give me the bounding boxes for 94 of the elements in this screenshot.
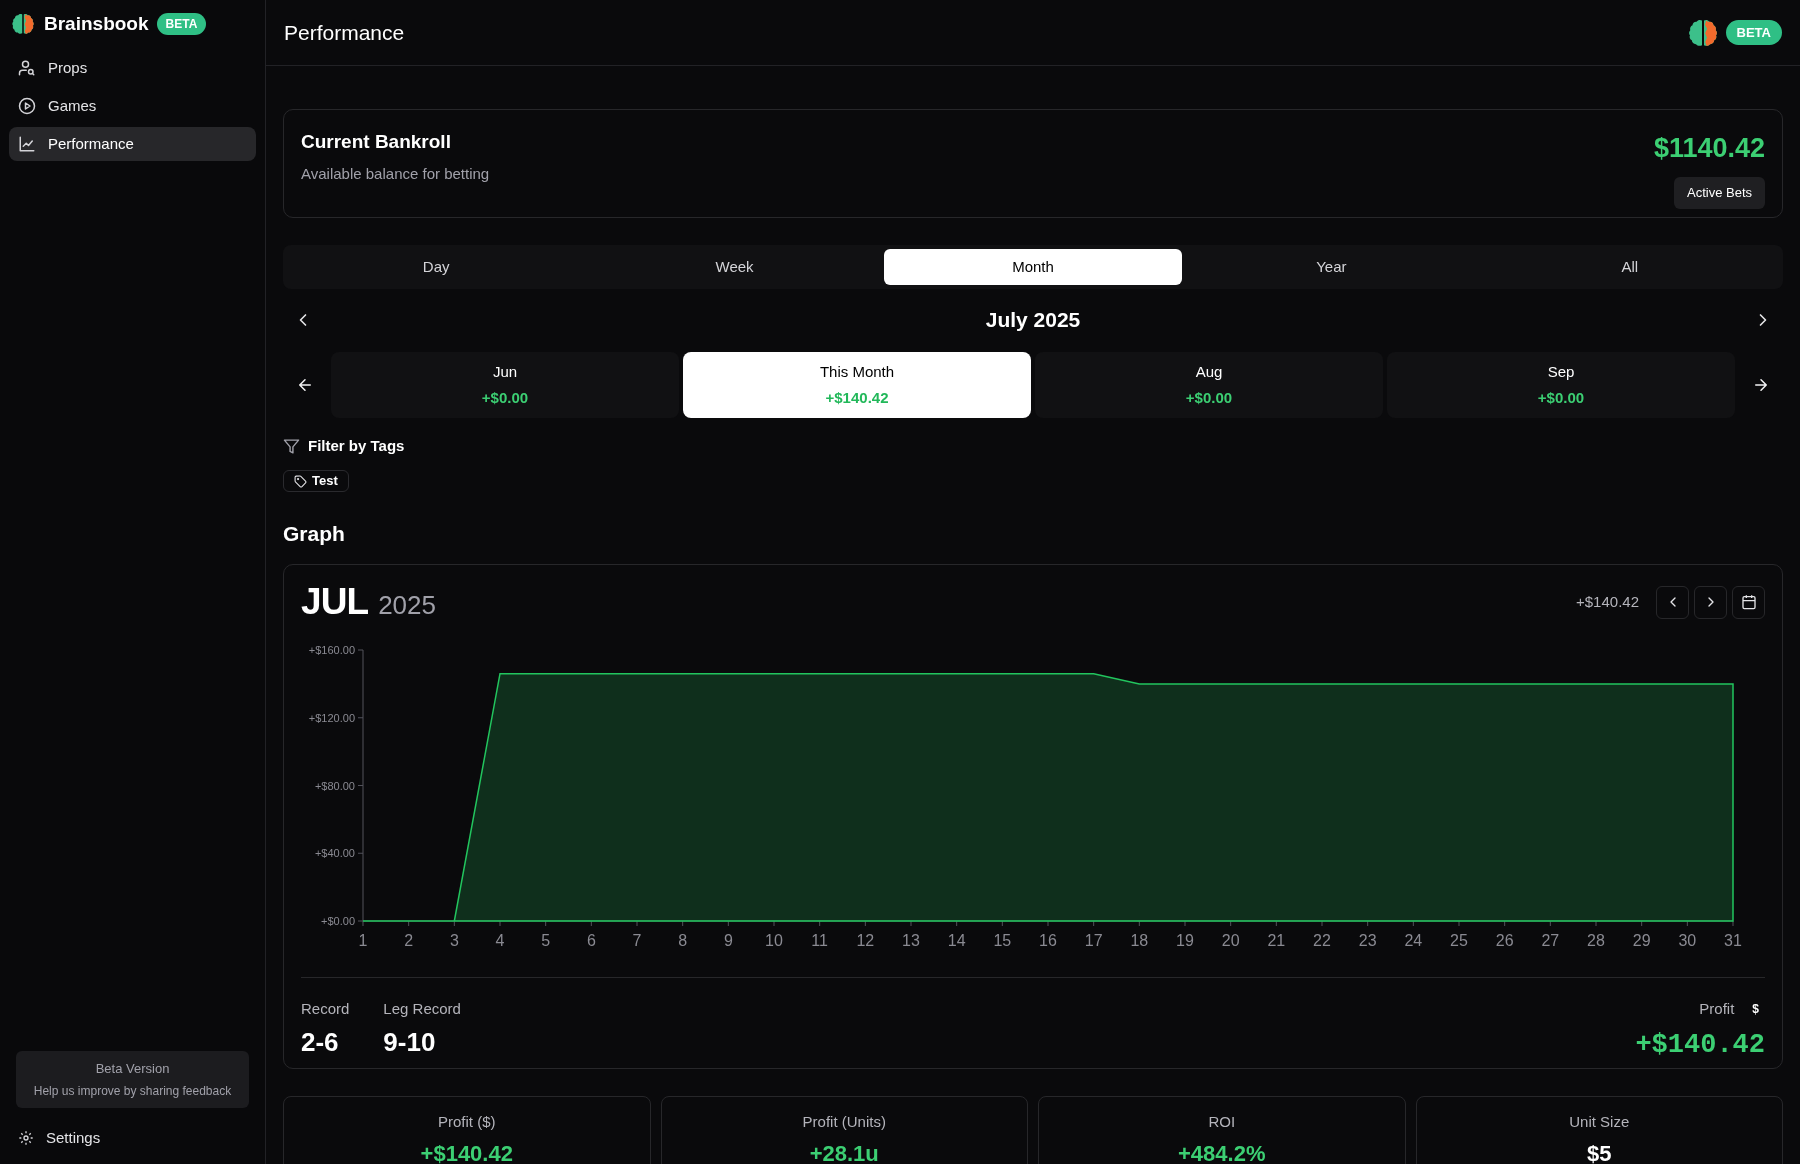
graph-total: +$140.42 [1576, 591, 1639, 612]
next-month-button[interactable] [1694, 585, 1727, 619]
period-tab[interactable]: Day [287, 249, 586, 285]
graph-month: JUL [301, 580, 369, 625]
nav-item[interactable]: Games [9, 89, 256, 123]
y-axis-label: +$0.00 [321, 915, 355, 927]
x-axis-label: 4 [495, 932, 505, 949]
tag-chip[interactable]: Test [283, 470, 349, 492]
summary-value: $5 [1587, 1139, 1612, 1164]
y-axis-label: +$40.00 [314, 847, 355, 860]
month-card[interactable]: Aug +$0.00 [1035, 352, 1383, 418]
nav-item[interactable]: Performance [9, 127, 256, 161]
section-heading: Graph [283, 521, 346, 546]
line-chart-icon [18, 135, 36, 153]
x-axis-label: 16 [1039, 932, 1057, 949]
stat-label: Leg Record [383, 999, 461, 1019]
x-axis-label: 25 [1450, 932, 1468, 949]
x-axis-label: 21 [1267, 932, 1286, 949]
summary-label: ROI [1208, 1112, 1236, 1132]
x-axis-label: 17 [1084, 932, 1103, 949]
x-axis-label: 14 [947, 932, 966, 949]
x-axis-label: 8 [678, 932, 688, 949]
bankroll-subtitle: Available balance for betting [301, 163, 490, 184]
x-axis-label: 11 [811, 932, 828, 949]
brain-logo-icon [10, 11, 36, 37]
beta-badge: BETA [1725, 19, 1782, 46]
calendar-icon [1740, 594, 1757, 610]
graph-year: 2025 [378, 589, 436, 623]
y-axis-label: +$80.00 [314, 779, 355, 792]
calendar-button[interactable] [1732, 585, 1765, 619]
x-axis-label: 13 [902, 932, 920, 949]
x-axis-label: 23 [1358, 932, 1377, 949]
bankroll-amount: $1140.42 [1653, 132, 1765, 165]
brand-name: Brainsbook [44, 11, 149, 36]
x-axis-label: 31 [1724, 932, 1742, 949]
active-bets-button[interactable]: Active Bets [1673, 176, 1765, 209]
period-tab[interactable]: Week [585, 249, 884, 285]
beta-message: Help us improve by sharing feedback [33, 1083, 232, 1100]
summary-value: +28.1u [809, 1139, 879, 1164]
period-tab[interactable]: All [1480, 249, 1779, 285]
x-axis-label: 26 [1495, 932, 1514, 949]
previous-month-button[interactable] [1656, 585, 1689, 619]
x-axis-label: 2 [404, 932, 414, 949]
x-axis-label: 9 [723, 932, 733, 949]
x-axis-label: 12 [856, 932, 875, 949]
x-axis-label: 19 [1176, 932, 1194, 949]
summary-label: Profit (Units) [802, 1112, 886, 1132]
y-axis-label: +$160.00 [308, 644, 355, 656]
y-axis-label: +$120.00 [308, 711, 355, 724]
arrow-right-icon [1752, 376, 1770, 394]
period-tab[interactable]: Month [883, 249, 1183, 285]
nav-item[interactable]: Props [9, 51, 256, 85]
period-title: July 2025 [985, 307, 1081, 334]
stat-value: 9-10 [383, 1025, 437, 1059]
summary-label: Unit Size [1569, 1112, 1630, 1132]
x-axis-label: 18 [1130, 932, 1149, 949]
profit-label: Profit [1699, 999, 1735, 1019]
x-axis-label: 30 [1678, 932, 1697, 949]
play-icon [18, 97, 36, 115]
period-tab[interactable]: Year [1182, 249, 1481, 285]
beta-badge: BETA [156, 13, 207, 35]
x-axis-label: 20 [1221, 932, 1240, 949]
x-axis-label: 5 [541, 932, 551, 949]
stat-value: 2-6 [301, 1025, 340, 1059]
x-axis-label: 24 [1404, 932, 1423, 949]
filter-title: Filter by Tags [308, 435, 405, 456]
x-axis-label: 6 [586, 932, 596, 949]
x-axis-label: 27 [1541, 932, 1560, 949]
bankroll-title: Current Bankroll [301, 130, 452, 154]
tag-icon [294, 474, 307, 488]
x-axis-label: 1 [358, 932, 368, 949]
summary-value: +484.2% [1178, 1139, 1266, 1164]
beta-title: Beta Version [95, 1059, 170, 1078]
stat-label: Record [301, 999, 350, 1019]
summary-label: Profit ($) [438, 1112, 496, 1132]
page-title: Performance [284, 19, 405, 46]
filter-icon [283, 437, 300, 455]
x-axis-label: 22 [1313, 932, 1331, 949]
x-axis-label: 28 [1587, 932, 1605, 949]
x-axis-label: 7 [632, 932, 642, 949]
month-card[interactable]: This Month +$140.42 [683, 352, 1031, 418]
x-axis-label: 10 [765, 932, 783, 949]
x-axis-label: 29 [1632, 932, 1651, 949]
summary-value: +$140.42 [420, 1139, 513, 1164]
x-axis-label: 3 [449, 932, 459, 949]
month-card[interactable]: Jun +$0.00 [331, 352, 679, 418]
settings-icon [18, 1130, 34, 1146]
unit-toggle[interactable]: $ [1746, 1000, 1765, 1019]
person-icon [18, 59, 36, 77]
profit-value: +$140.42 [1635, 1028, 1765, 1062]
arrow-left-icon [296, 376, 314, 394]
x-axis-label: 15 [993, 932, 1012, 949]
settings-button[interactable]: Settings [9, 1120, 256, 1156]
month-card[interactable]: Sep +$0.00 [1387, 352, 1735, 418]
